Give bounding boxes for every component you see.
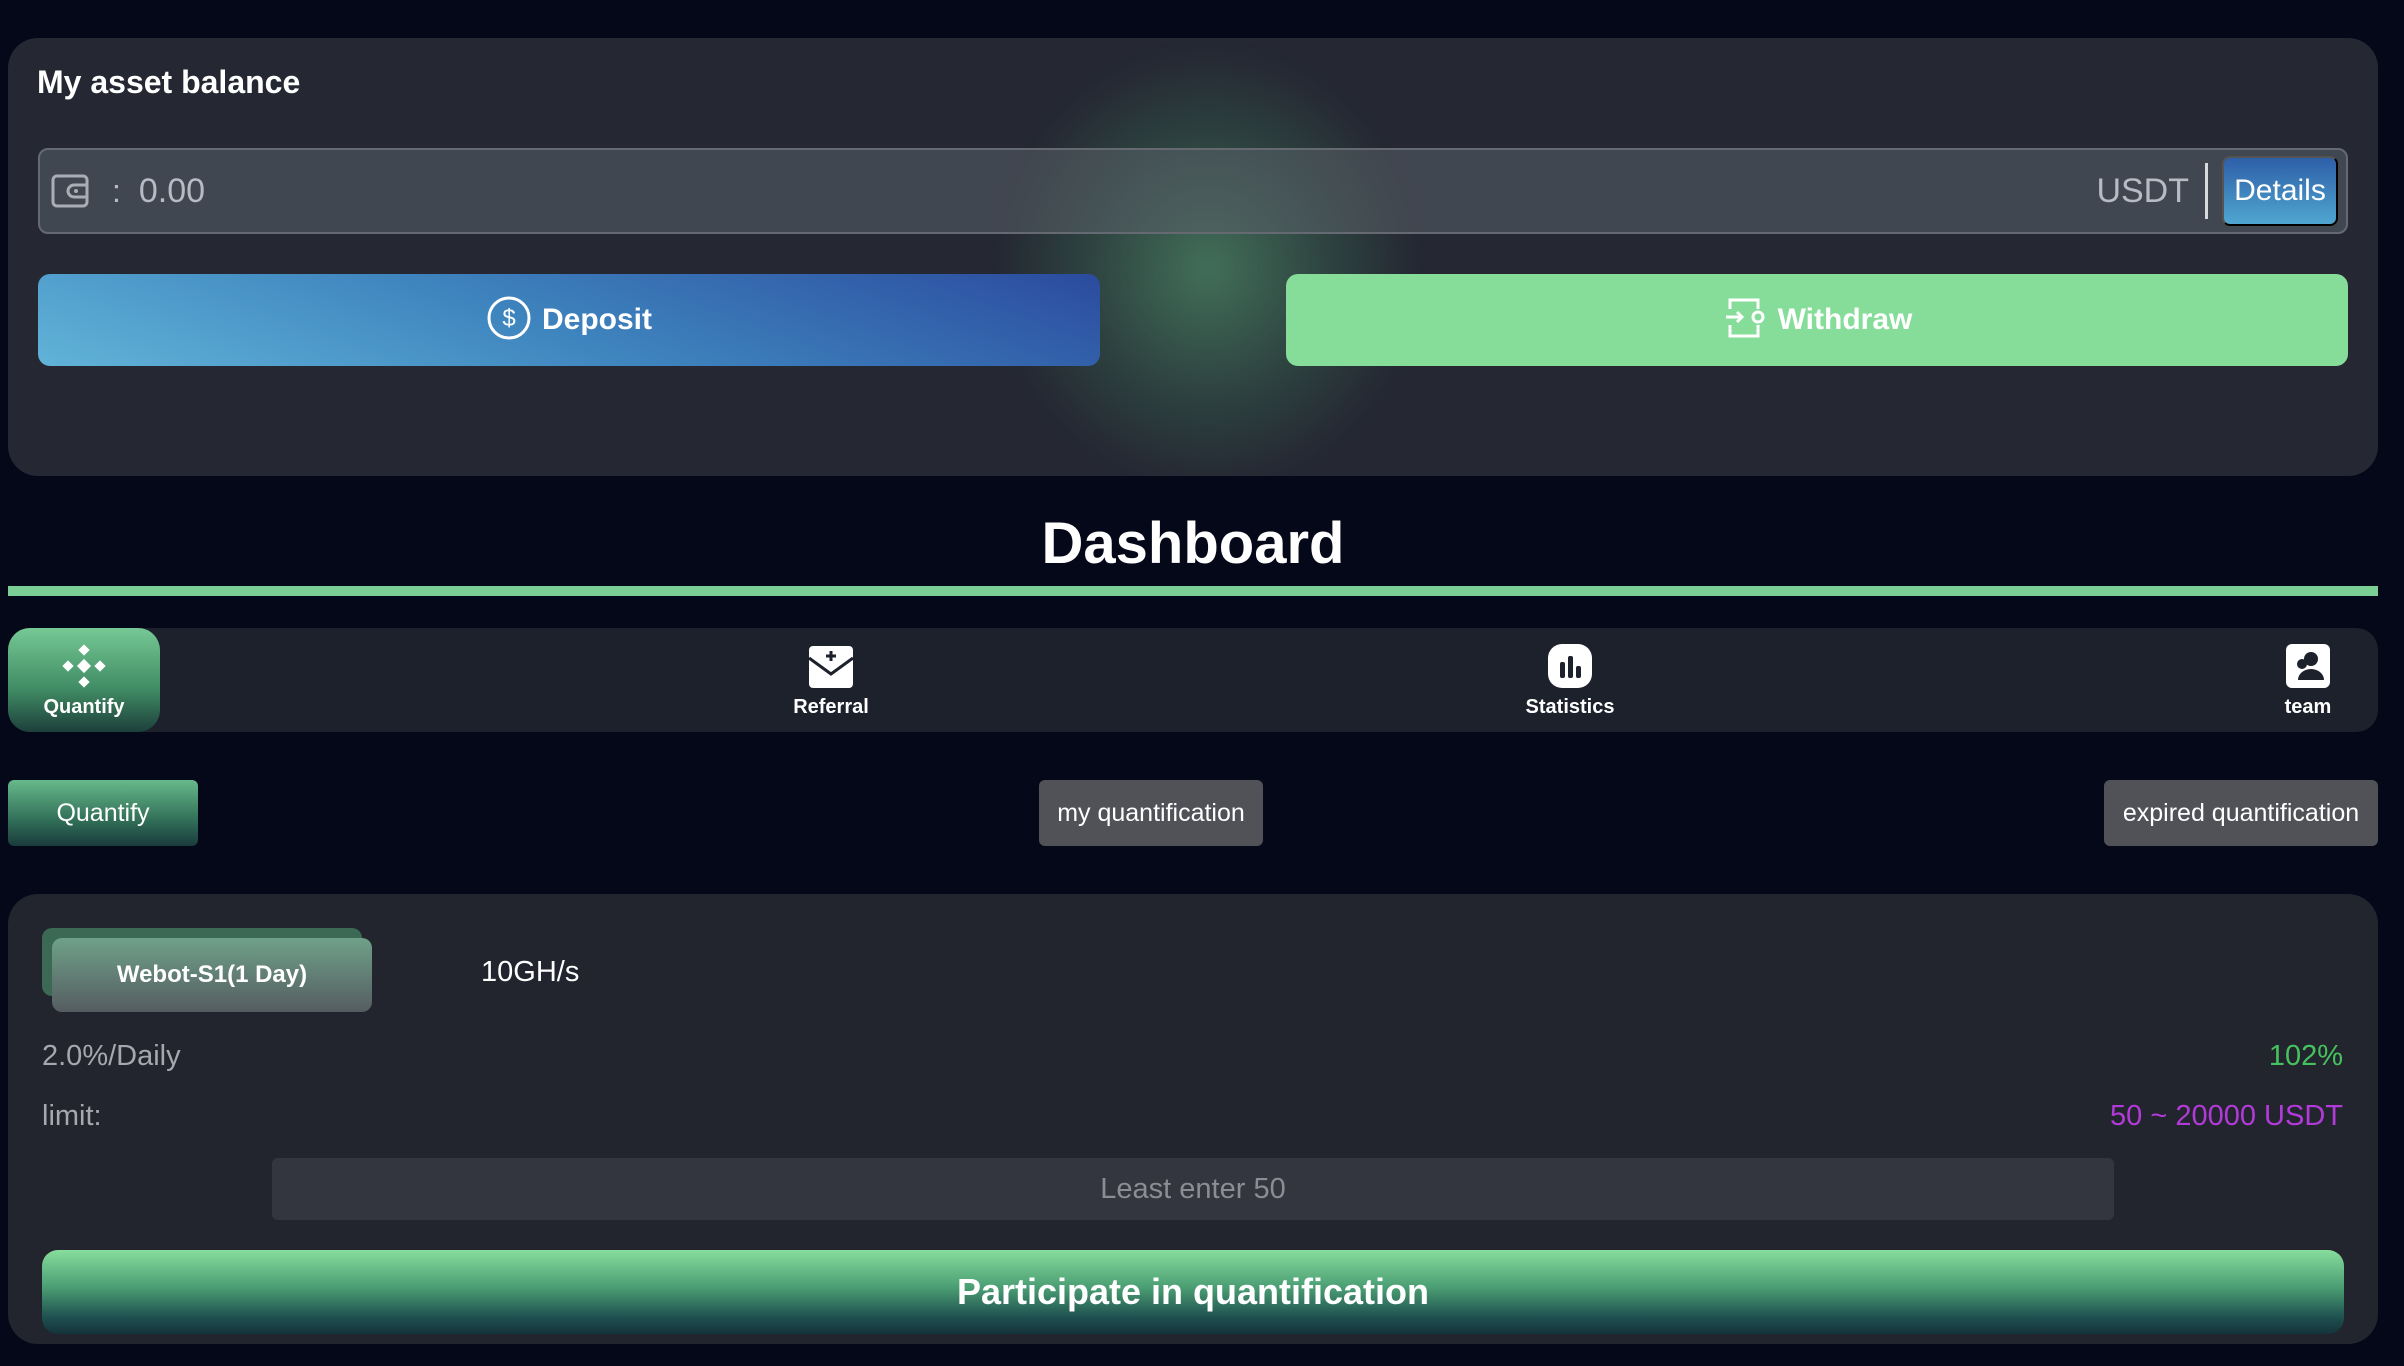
deposit-button[interactable]: $ Deposit [38, 274, 1100, 366]
subtab-quantify[interactable]: Quantify [8, 780, 198, 846]
dashboard-title: Dashboard [1041, 511, 1345, 576]
balance-currency: USDT [2096, 171, 2189, 210]
nav-item-statistics[interactable]: Statistics [1494, 628, 1646, 732]
asset-balance-card: My asset balance : 0.00 USDT Details $ D… [8, 38, 2378, 476]
nav-label-statistics: Statistics [1525, 695, 1615, 718]
deposit-label: Deposit [541, 303, 652, 336]
background-glow [998, 48, 1418, 476]
dollar-circle-icon: $ [486, 295, 532, 346]
daily-rate: 2.0%/Daily [42, 1040, 181, 1072]
balance-divider [2205, 163, 2208, 219]
envelope-plus-icon [807, 642, 855, 690]
subtab-my-quantification[interactable]: my quantification [1039, 780, 1263, 846]
nav-label-referral: Referral [793, 695, 869, 718]
limit-range: 50 ~ 20000 USDT [2110, 1100, 2343, 1132]
product-card: Webot-S1(1 Day) 10GH/s 2.0%/Daily 102% l… [8, 894, 2378, 1344]
dashboard-divider [8, 586, 2378, 596]
withdraw-label: Withdraw [1777, 303, 1913, 336]
svg-text:$: $ [502, 305, 515, 332]
nav-item-quantify[interactable]: Quantify [8, 628, 160, 732]
binance-diamond-icon [60, 642, 108, 690]
details-button[interactable]: Details [2222, 156, 2338, 226]
amount-input[interactable] [272, 1158, 2114, 1220]
nav-label-quantify: Quantify [43, 695, 125, 718]
withdraw-icon [1722, 295, 1768, 346]
withdraw-button[interactable]: Withdraw [1286, 274, 2348, 366]
balance-colon: : [112, 172, 121, 209]
dashboard-nav: Quantify Referral Statistics team [8, 628, 2378, 732]
participate-button[interactable]: Participate in quantification [42, 1250, 2344, 1334]
bar-chart-icon [1546, 642, 1594, 690]
nav-label-team: team [2284, 695, 2332, 718]
team-icon [2284, 642, 2332, 690]
app-page: My asset balance : 0.00 USDT Details $ D… [0, 0, 2404, 1366]
product-name-tag: Webot-S1(1 Day) [52, 938, 372, 1012]
wallet-icon [50, 171, 90, 211]
total-return: 102% [2268, 1040, 2343, 1072]
balance-bar: : 0.00 USDT Details [38, 148, 2348, 234]
balance-value: 0.00 [138, 171, 206, 210]
nav-item-team[interactable]: team [2232, 628, 2384, 732]
product-hashrate: 10GH/s [481, 956, 580, 988]
limit-label: limit: [42, 1100, 102, 1132]
nav-item-referral[interactable]: Referral [755, 628, 907, 732]
asset-balance-title: My asset balance [37, 64, 301, 100]
subtab-expired-quantification[interactable]: expired quantification [2104, 780, 2378, 846]
